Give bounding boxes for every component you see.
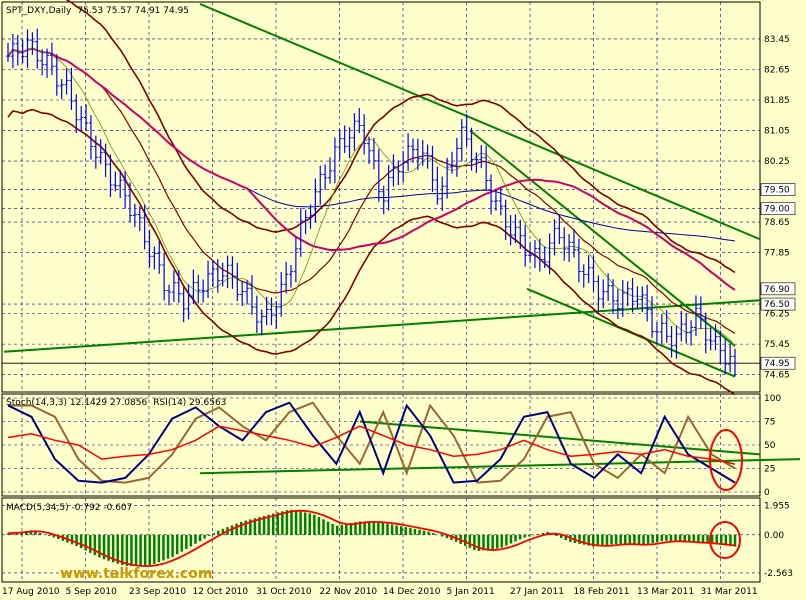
x-tick-label: 14 Dec 2010 [383, 587, 441, 597]
stoch-tick-label: 50 [764, 441, 776, 451]
x-tick-label: 22 Nov 2010 [320, 587, 378, 597]
price-tick-label: 76.25 [764, 310, 790, 320]
price-tick-label: 80.25 [764, 157, 790, 167]
x-tick-label: 5 Sep 2010 [66, 587, 118, 597]
price-tag-label: 76.90 [764, 285, 790, 295]
time-axis: 17 Aug 2010 5 Sep 2010 23 Sep 2010 12 Oct 2… [2, 587, 758, 597]
x-tick-label: 31 Oct 2010 [256, 587, 312, 597]
price-tag-label: 79.00 [764, 205, 790, 215]
macd-tick-label: 1.955 [764, 502, 790, 512]
price-tag-label: 74.95 [764, 359, 790, 369]
stoch-rsi-label: Stoch(14,3,3) 12.1429 27.0856 RSI(14) 29.… [6, 398, 226, 408]
price-panel [1, 1, 761, 393]
x-tick-label: 12 Oct 2010 [193, 587, 249, 597]
price-tick-label: 78.65 [764, 218, 790, 228]
price-tick-label: 75.45 [764, 340, 790, 350]
price-tick-label: 81.85 [764, 96, 790, 106]
price-tick-label: 81.05 [764, 127, 790, 137]
stoch-tick-label: 100 [764, 394, 781, 404]
price-tick-label: 82.65 [764, 65, 790, 75]
price-axis: 83.45 82.65 81.85 81.05 80.25 79.50 79.00 78.65… [760, 35, 796, 579]
x-tick-label: 18 Feb 2011 [574, 587, 630, 597]
stoch-tick-label: 25 [764, 465, 775, 475]
price-tag-label: 79.50 [764, 186, 790, 196]
price-tick-label: 77.85 [764, 249, 790, 259]
x-tick-label: 13 Mar 2011 [637, 587, 694, 597]
chart-title: SPT_DXY,Daily 75.53 75.57 74.91 74.95 [6, 6, 189, 16]
price-tick-label: 74.65 [764, 371, 790, 381]
x-tick-label: 17 Aug 2010 [2, 587, 60, 597]
chart-canvas: 83.45 82.65 81.85 81.05 80.25 79.50 79.00 78.65… [1, 0, 801, 597]
stoch-tick-label: 0 [764, 488, 770, 498]
x-tick-label: 31 Mar 2011 [701, 587, 758, 597]
x-tick-label: 27 Jan 2011 [510, 587, 564, 597]
x-tick-label: 5 Jan 2011 [447, 587, 495, 597]
macd-label: MACD(5,34,5) -0.792 -0.607 [6, 503, 132, 513]
macd-tick-label: -2.563 [764, 569, 793, 579]
stoch-tick-label: 75 [764, 418, 775, 428]
x-tick-label: 23 Sep 2010 [129, 587, 186, 597]
watermark: www.talkforex.com [60, 566, 212, 582]
price-tag-label: 76.50 [764, 300, 790, 310]
macd-tick-label: 0.00 [764, 531, 784, 541]
price-tick-label: 83.45 [764, 35, 790, 45]
